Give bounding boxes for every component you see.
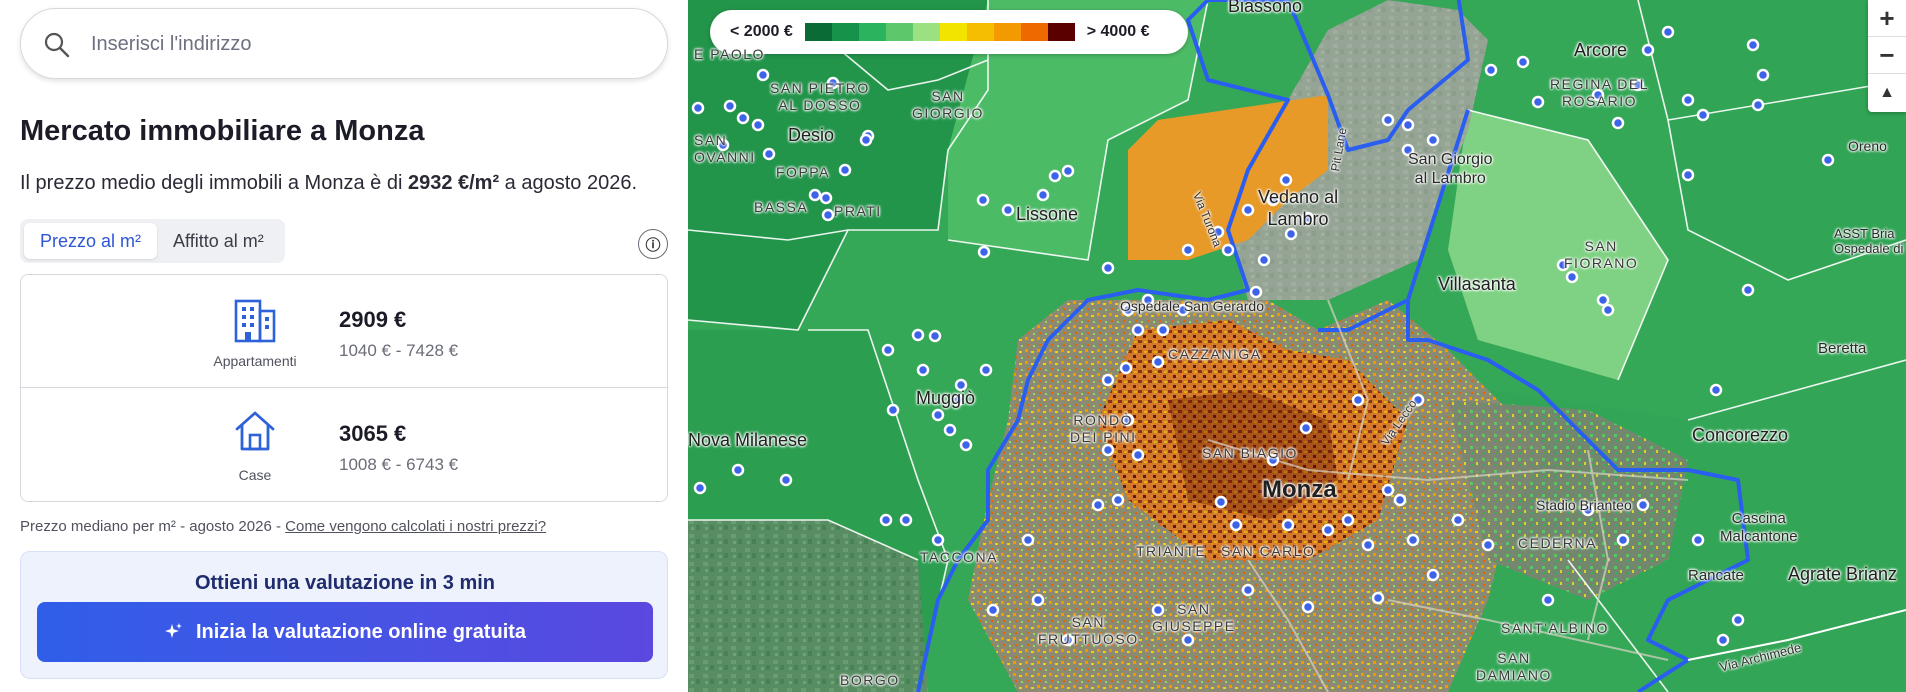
map-label: Lissone [1016,204,1079,224]
house-icon [235,411,275,451]
legend-swatch-0 [804,23,832,41]
legend-swatch-4 [912,23,940,41]
building-icon [234,299,276,343]
map-label: Cascina Malcantone [1720,510,1798,545]
map-label: Beretta [1818,340,1867,357]
map-label: SAN BIAGIO [1202,445,1298,461]
legend-swatch-9 [1047,23,1075,41]
footnote-text: Prezzo mediano per m² - agosto 2026 - [20,518,286,535]
map-label: ASST Bria Ospedale di Vi [1834,226,1904,256]
legend-high-label: > 4000 € [1086,23,1150,40]
map-label: Ospedale San Gerardo [1120,298,1264,314]
map-label: SANT'ALBINO [1501,620,1609,636]
map-label: Biassono [1228,0,1303,16]
average-price-value: 2932 €/m² [407,172,500,194]
map-label: CEDERNA [1518,535,1597,551]
search-input[interactable] [91,25,651,63]
legend-swatch-6 [966,23,994,41]
map-label: SAN GIORGIO [912,88,984,121]
property-type-prices: Appartamenti 2909 € 1040 € - 7428 € Case… [20,274,668,502]
legend-swatch-5 [939,23,967,41]
zoom-out-button[interactable]: − [1868,37,1906,74]
start-valuation-button[interactable]: Inizia la valutazione online gratuita [37,602,653,662]
map-label: Monza [1262,476,1337,503]
map-zoom-controls: + − ▲ [1868,0,1906,112]
map-label: PRATI [834,203,882,219]
price-footnote: Prezzo mediano per m² - agosto 2026 - Co… [20,518,546,535]
price-type-tabs: Prezzo al m² Affitto al m² [20,219,285,263]
map-label: SAN DAMIANO [1476,650,1552,683]
map-canvas [688,0,1906,692]
info-icon[interactable]: ⓘ [638,229,668,259]
property-row-apartments: Appartamenti 2909 € 1040 € - 7428 € [21,275,667,388]
property-row-houses: Case 3065 € 1008 € - 6743 € [21,389,667,502]
page-title: Mercato immobiliare a Monza [20,115,425,147]
map-label: TRIANTE [1136,543,1207,559]
map-label: Vedano al Lambro [1258,187,1339,229]
legend-low-label: < 2000 € [730,23,793,40]
start-valuation-label: Inizia la valutazione online gratuita [195,620,527,643]
map-label: Muggiò [916,388,976,408]
house-price-range: 1008 € - 6743 € [339,455,459,474]
map-label: Arcore [1574,40,1628,60]
search-icon [44,32,70,58]
apartment-median-price: 2909 € [339,307,407,332]
map-label: Nova Milanese [688,430,808,450]
legend-swatch-7 [993,23,1021,41]
map-label: TACCONA [920,549,998,565]
map-label: Desio [788,125,835,145]
valuation-cta: Ottieni una valutazione in 3 min Inizia … [20,551,668,679]
average-price-summary: Il prezzo medio degli immobili a Monza è… [20,172,637,195]
legend-color-scale [804,23,1075,41]
map-label: San Giorgio al Lambro [1408,151,1493,187]
map-label: Concorezzo [1692,425,1789,445]
address-search[interactable] [20,8,668,79]
tab-rent-price[interactable]: Affitto al m² [157,223,280,259]
map-label: FOPPA [776,164,830,180]
apartment-price-range: 1040 € - 7428 € [339,341,459,360]
compass-button[interactable]: ▲ [1868,74,1906,111]
legend-swatch-8 [1020,23,1048,41]
property-type-label: Case [238,467,272,483]
map-label: RONDÒ DEI PINI [1070,412,1137,445]
property-type-label: Appartamenti [213,353,297,369]
info-panel: Mercato immobiliare a Monza Il prezzo me… [0,0,688,692]
map-label: Oreno [1848,138,1887,154]
app-root: Mercato immobiliare a Monza Il prezzo me… [0,0,1906,692]
price-map[interactable]: < 2000 € > 4000 € + − ▲ Biassono E PAOLO… [688,0,1906,692]
house-median-price: 3065 € [339,421,407,446]
map-label: BASSA [754,199,809,215]
map-label: CAZZANIGA [1168,346,1262,362]
price-legend: < 2000 € > 4000 € [710,10,1188,54]
map-label: SAN FIORANO [1564,238,1639,271]
map-label: Stadio Brianteo [1536,497,1632,513]
map-label: SAN OVANNI [694,132,756,165]
map-label: SAN GIUSEPPE [1152,601,1236,634]
cta-title: Ottieni una valutazione in 3 min [194,572,496,594]
map-label: REGINA DEL ROSARIO [1550,76,1650,109]
map-label: Rancate [1688,567,1744,584]
map-label: SAN PIETRO AL DOSSO [770,80,870,113]
map-label: Agrate Brianz [1788,564,1898,584]
legend-swatch-2 [858,23,886,41]
methodology-link[interactable]: Come vengono calcolati i nostri prezzi? [285,518,546,535]
tab-sale-price[interactable]: Prezzo al m² [24,223,158,259]
map-label: SAN CARLO [1221,543,1316,559]
map-label: Villasanta [1438,274,1516,294]
map-label: SAN FRUTTUOSO [1038,614,1139,647]
zoom-in-button[interactable]: + [1868,0,1906,37]
legend-swatch-1 [831,23,859,41]
map-label: BORGO [840,672,900,688]
legend-swatch-3 [885,23,913,41]
map-label: E PAOLO [694,46,765,62]
sparkle-icon [164,623,182,638]
summary-text-after: a agosto 2026. [499,172,638,194]
summary-text-before: Il prezzo medio degli immobili a Monza è… [20,172,408,194]
